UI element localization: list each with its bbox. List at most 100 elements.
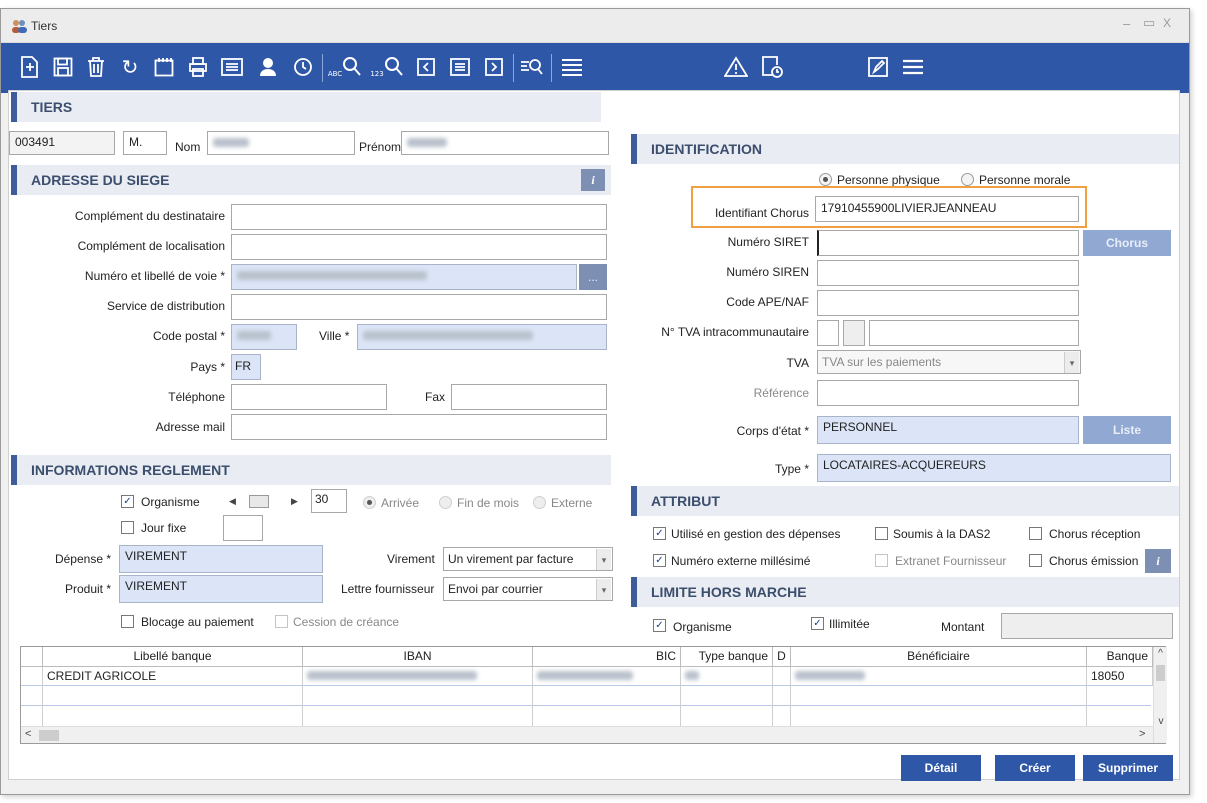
montant-field[interactable] [1001, 613, 1173, 639]
num-ext-label: Numéro externe millésimé [671, 554, 811, 568]
edit-icon[interactable] [863, 52, 893, 82]
liste-button[interactable]: Liste [1083, 416, 1171, 444]
scroll-left-icon[interactable]: < [25, 728, 31, 740]
ref-field[interactable] [817, 380, 1079, 406]
next-icon[interactable] [479, 52, 509, 82]
tva-intra-key-field[interactable] [843, 320, 865, 346]
maximize-button[interactable]: ▭ [1143, 15, 1155, 31]
scroll-thumb[interactable] [1156, 665, 1165, 681]
delay-field[interactable]: 30 [311, 489, 347, 513]
fax-field[interactable] [451, 384, 607, 410]
cp-field[interactable] [231, 324, 297, 350]
tiers-code-field[interactable]: 003491 [9, 131, 115, 155]
print-icon[interactable] [183, 52, 213, 82]
scroll-up-icon[interactable]: ^ [1154, 647, 1167, 661]
voie-field[interactable] [231, 264, 577, 290]
close-button[interactable]: X [1163, 16, 1171, 30]
calendar-icon[interactable] [149, 52, 179, 82]
organisme-checkbox[interactable]: ✓ [121, 495, 134, 508]
search-123-icon[interactable]: 123 [369, 52, 405, 82]
list-view-icon[interactable] [217, 52, 247, 82]
creer-button[interactable]: Créer [995, 755, 1075, 781]
pays-field[interactable]: FR [231, 354, 261, 380]
externe-radio[interactable] [533, 496, 546, 509]
scroll-down-icon[interactable]: v [1154, 716, 1168, 727]
complement-loc-field[interactable] [231, 234, 607, 260]
detail-button[interactable]: Détail [901, 755, 981, 781]
chorus-emission-checkbox[interactable] [1029, 554, 1042, 567]
save-icon[interactable] [48, 52, 78, 82]
virement-label: Virement [387, 552, 435, 566]
horizontal-scrollbar[interactable]: < > [21, 726, 1153, 743]
civility-field[interactable]: M. [123, 131, 167, 155]
virement-select[interactable]: Un virement par facture ▾ [443, 547, 613, 571]
jour-fixe-checkbox[interactable] [121, 521, 134, 534]
col-beneficiaire[interactable]: Bénéficiaire [791, 647, 1087, 667]
service-field[interactable] [231, 294, 607, 320]
chorus-reception-checkbox[interactable] [1029, 527, 1042, 540]
vertical-scrollbar[interactable]: ^ v [1153, 647, 1167, 743]
col-type-banque[interactable]: Type banque [681, 647, 773, 667]
prenom-field[interactable] [401, 131, 609, 155]
blocage-checkbox[interactable] [121, 615, 134, 628]
lettre-select[interactable]: Envoi par courrier ▾ [443, 577, 613, 601]
jour-fixe-field[interactable] [223, 515, 263, 541]
filter-search-icon[interactable] [517, 52, 547, 82]
search-abc-icon[interactable]: ABC [327, 52, 363, 82]
warning-icon[interactable] [721, 52, 751, 82]
gestion-checkbox[interactable]: ✓ [653, 527, 666, 540]
tva-select[interactable]: TVA sur les paiements ▾ [817, 350, 1081, 374]
col-banque[interactable]: Banque [1087, 647, 1153, 667]
menu-icon[interactable] [898, 52, 928, 82]
siret-field[interactable] [817, 230, 1079, 256]
person-icon[interactable] [253, 52, 283, 82]
scroll-thumb-h[interactable] [39, 730, 59, 741]
refresh-icon[interactable]: ↻ [115, 52, 145, 82]
col-iban[interactable]: IBAN [303, 647, 533, 667]
mail-field[interactable] [231, 414, 607, 440]
table-row[interactable]: CREDIT AGRICOLE 18050 [21, 667, 1153, 686]
das2-checkbox[interactable] [875, 527, 888, 540]
voie-lookup-button[interactable]: ... [579, 264, 607, 290]
extranet-checkbox[interactable] [875, 554, 888, 567]
tel-field[interactable] [231, 384, 387, 410]
document-clock-icon[interactable] [757, 52, 787, 82]
scroll-right-icon[interactable]: > [1139, 728, 1145, 740]
chorus-id-field[interactable]: 17910455900LIVIERJEANNEAU [815, 196, 1079, 222]
num-ext-checkbox[interactable]: ✓ [653, 554, 666, 567]
physique-radio[interactable] [819, 173, 832, 186]
tva-intra-number-field[interactable] [869, 320, 1079, 346]
list-icon[interactable] [557, 52, 587, 82]
corps-field[interactable]: PERSONNEL [817, 416, 1079, 444]
complement-dest-field[interactable] [231, 204, 607, 230]
ville-field[interactable] [357, 324, 607, 350]
prev-icon[interactable] [411, 52, 441, 82]
cession-checkbox[interactable] [275, 615, 288, 628]
col-bic[interactable]: BIC [533, 647, 681, 667]
minimize-button[interactable]: – [1123, 16, 1130, 31]
arrivee-radio[interactable] [363, 496, 376, 509]
delete-icon[interactable] [81, 52, 111, 82]
ape-field[interactable] [817, 290, 1079, 316]
chorus-button[interactable]: Chorus [1083, 230, 1171, 256]
nom-field[interactable] [207, 131, 355, 155]
type-field[interactable]: LOCATAIRES-ACQUEREURS [817, 454, 1171, 482]
record-icon[interactable] [445, 52, 475, 82]
limite-organisme-checkbox[interactable]: ✓ [653, 619, 666, 632]
address-info-button[interactable]: i [581, 169, 605, 191]
col-libelle[interactable]: Libellé banque [43, 647, 303, 667]
depense-field[interactable]: VIREMENT [119, 545, 323, 573]
history-icon[interactable] [287, 52, 317, 82]
siren-field[interactable] [817, 260, 1079, 286]
col-d[interactable]: D [773, 647, 791, 667]
delay-slider[interactable]: ◀ ▶ [227, 493, 303, 511]
produit-field[interactable]: VIREMENT [119, 575, 323, 603]
new-doc-icon[interactable] [15, 52, 45, 82]
supprimer-button[interactable]: Supprimer [1083, 755, 1173, 781]
morale-radio[interactable] [961, 173, 974, 186]
attribut-info-button[interactable]: i [1145, 549, 1171, 573]
tva-intra-country-field[interactable] [817, 320, 839, 346]
tva-value: TVA sur les paiements [822, 355, 942, 369]
fin-mois-radio[interactable] [439, 496, 452, 509]
illimitee-checkbox[interactable]: ✓ [811, 617, 824, 630]
